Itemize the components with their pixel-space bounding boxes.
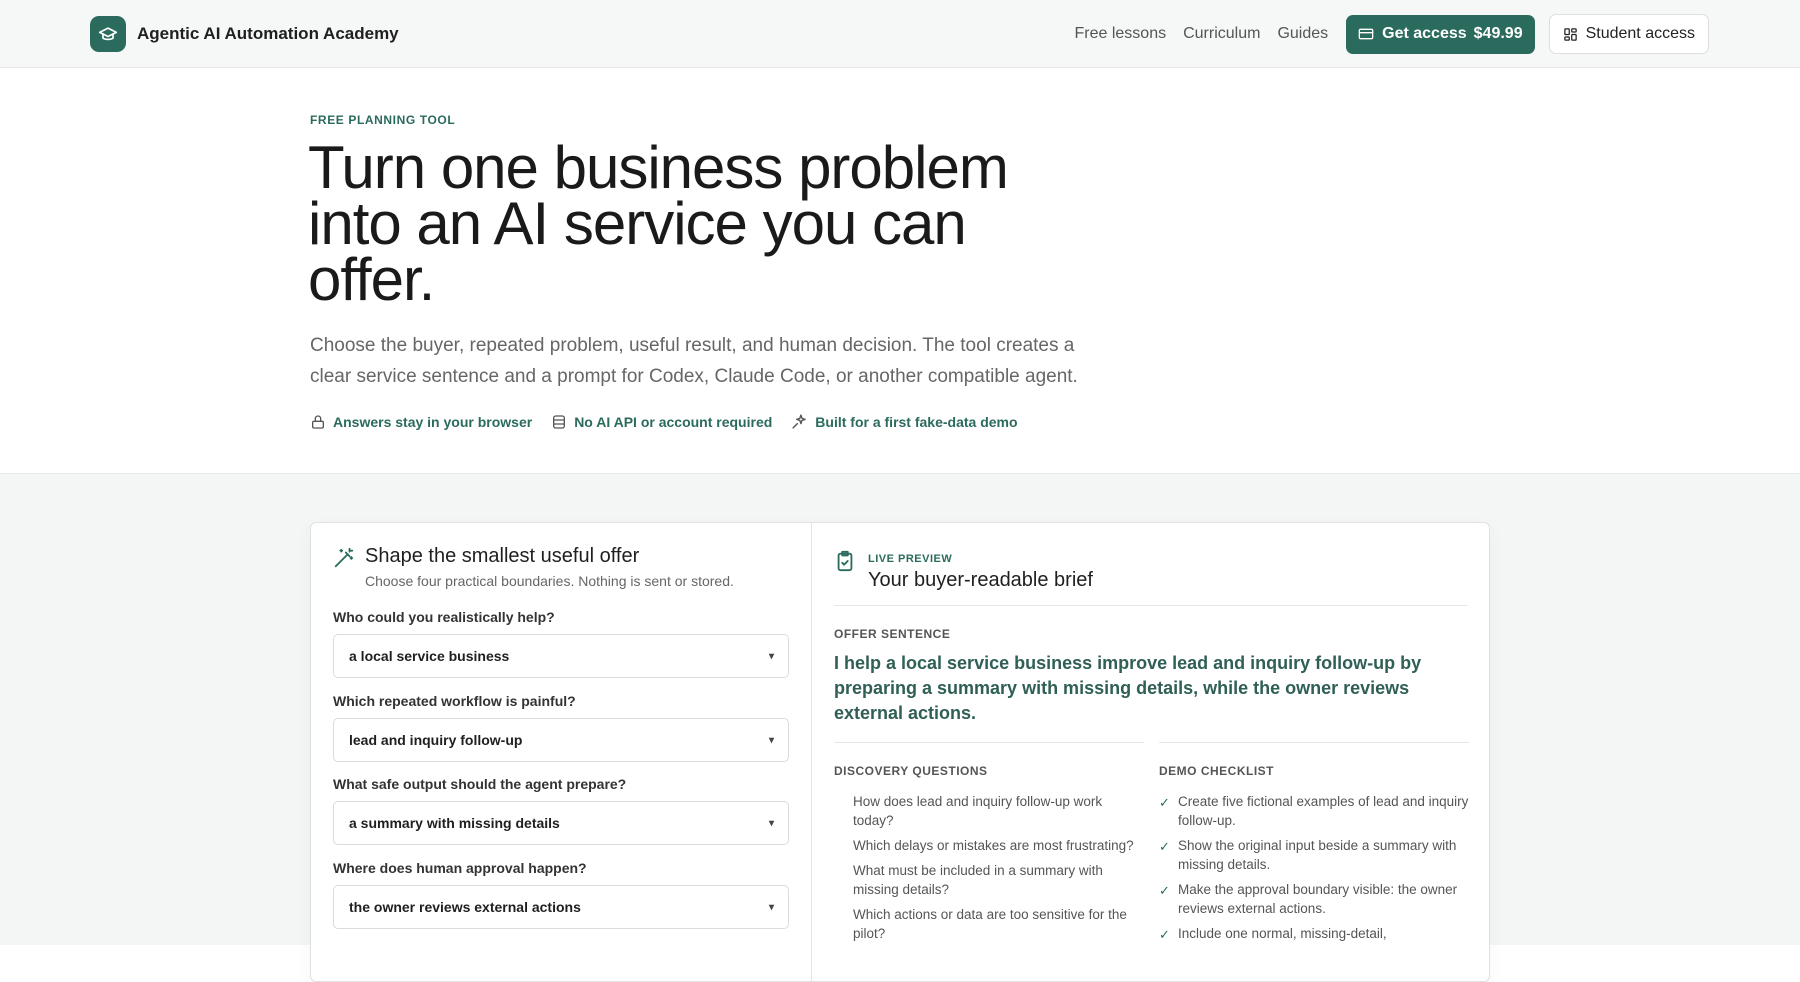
output-field-label: What safe output should the agent prepar… <box>333 776 627 792</box>
workflow-select[interactable]: lead and inquiry follow-up ▾ <box>333 718 789 762</box>
planning-tool-card: Shape the smallest useful offer Choose f… <box>310 522 1490 982</box>
section-divider <box>1159 742 1469 743</box>
dashboard-icon <box>1563 27 1578 42</box>
credit-card-icon <box>1358 26 1374 42</box>
approval-field-label: Where does human approval happen? <box>333 860 587 876</box>
discovery-label: DISCOVERY QUESTIONS <box>834 764 988 778</box>
checklist-label: DEMO CHECKLIST <box>1159 764 1274 778</box>
nav-link-guides[interactable]: Guides <box>1277 25 1328 43</box>
demo-checklist: DEMO CHECKLIST ✓ Create five fictional ex… <box>1159 742 1469 949</box>
output-select[interactable]: a summary with missing details ▾ <box>333 801 789 845</box>
chevron-down-icon: ▾ <box>768 817 774 829</box>
list-item: Which actions or data are too sensitive … <box>853 907 1127 941</box>
form-title: Shape the smallest useful offer <box>365 545 640 567</box>
check-icon: ✓ <box>1159 795 1170 810</box>
main-nav: Free lessons Curriculum Guides Get acces… <box>1075 14 1709 54</box>
price-label: $49.99 <box>1473 25 1523 42</box>
nav-link-curriculum[interactable]: Curriculum <box>1183 25 1260 43</box>
section-divider <box>834 742 1144 743</box>
page-title: Turn one business problem into an AI ser… <box>308 134 1009 313</box>
sparkle-icon <box>791 413 808 430</box>
list-item: How does lead and inquiry follow-up work… <box>853 794 1103 828</box>
list-item: What must be included in a summary with … <box>853 863 1103 897</box>
workflow-select-value: lead and inquiry follow-up <box>349 732 523 748</box>
buyer-field-label: Who could you realistically help? <box>333 609 555 625</box>
approval-field: Where does human approval happen? the ow… <box>333 860 789 929</box>
chevron-down-icon: ▾ <box>768 734 774 746</box>
hero-badges: Answers stay in your browser No AI API o… <box>310 413 1037 430</box>
buyer-select-value: a local service business <box>349 648 510 664</box>
hero-description: Choose the buyer, repeated problem, usef… <box>310 335 1078 387</box>
badge-browser-only: Answers stay in your browser <box>310 414 532 430</box>
list-item: ✓ Make the approval boundary visible: the… <box>1159 882 1458 916</box>
badge-label: No AI API or account required <box>574 413 773 430</box>
check-icon: ✓ <box>1159 927 1170 942</box>
magic-wand-icon <box>333 547 355 589</box>
live-preview-panel: LIVE PREVIEW Your buyer-readable brief O… <box>812 523 1489 981</box>
brand-name: Agentic AI Automation Academy <box>137 24 399 43</box>
badge-label: Answers stay in your browser <box>333 413 533 430</box>
buyer-select[interactable]: a local service business ▾ <box>333 634 789 678</box>
approval-select-value: the owner reviews external actions <box>349 899 581 915</box>
badge-no-api: No AI API or account required <box>551 414 772 430</box>
preview-title: Your buyer-readable brief <box>868 569 1093 591</box>
offer-sentence: I help a local service business improve … <box>834 653 1422 723</box>
discovery-list: How does lead and inquiry follow-up work… <box>834 792 1144 943</box>
student-access-button[interactable]: Student access <box>1548 14 1709 54</box>
list-item: Which delays or mistakes are most frustr… <box>853 838 1134 853</box>
get-access-label: Get access <box>1382 25 1467 42</box>
buyer-field: Who could you realistically help? a loca… <box>333 609 789 678</box>
graduation-cap-icon <box>90 16 126 52</box>
lock-icon <box>310 414 326 430</box>
preview-header: LIVE PREVIEW Your buyer-readable brief <box>834 549 1093 592</box>
clipboard-check-icon <box>834 549 856 592</box>
brand[interactable]: Agentic AI Automation Academy <box>90 16 399 52</box>
checklist-list: ✓ Create five fictional examples of lead … <box>1159 792 1469 943</box>
hero-section: FREE PLANNING TOOL Turn one business pro… <box>0 68 1800 474</box>
nav-link-free-lessons[interactable]: Free lessons <box>1075 25 1167 43</box>
planning-tool-section: Shape the smallest useful offer Choose f… <box>0 474 1800 982</box>
student-access-label: Student access <box>1585 25 1695 42</box>
workflow-field: Which repeated workflow is painful? lead… <box>333 693 789 762</box>
list-item: ✓ Include one normal, missing-detail, <box>1159 926 1387 942</box>
output-select-value: a summary with missing details <box>349 815 560 831</box>
form-header: Shape the smallest useful offer Choose f… <box>333 545 734 589</box>
check-icon: ✓ <box>1159 883 1170 898</box>
form-subtitle: Choose four practical boundaries. Nothin… <box>365 573 734 589</box>
approval-select[interactable]: the owner reviews external actions ▾ <box>333 885 789 929</box>
discovery-questions: DISCOVERY QUESTIONS How does lead and in… <box>834 742 1144 949</box>
hero-eyebrow: FREE PLANNING TOOL <box>310 113 456 127</box>
live-preview-label: LIVE PREVIEW <box>868 553 953 565</box>
workflow-field-label: Which repeated workflow is painful? <box>333 693 576 709</box>
top-navbar: Agentic AI Automation Academy Free lesso… <box>0 0 1800 68</box>
badge-fake-data: Built for a first fake-data demo <box>791 413 1018 430</box>
chevron-down-icon: ▾ <box>768 650 774 662</box>
preview-divider <box>834 605 1468 606</box>
database-icon <box>551 414 567 430</box>
list-item: ✓ Create five fictional examples of lead … <box>1159 794 1469 828</box>
output-field: What safe output should the agent prepar… <box>333 776 789 845</box>
offer-sentence-label: OFFER SENTENCE <box>834 627 951 641</box>
chevron-down-icon: ▾ <box>768 901 774 913</box>
list-item: ✓ Show the original input beside a summar… <box>1159 838 1457 872</box>
check-icon: ✓ <box>1159 839 1170 854</box>
offer-form-panel: Shape the smallest useful offer Choose f… <box>311 523 812 981</box>
badge-label: Built for a first fake-data demo <box>815 413 1018 430</box>
get-access-button[interactable]: Get access $49.99 <box>1346 14 1535 54</box>
